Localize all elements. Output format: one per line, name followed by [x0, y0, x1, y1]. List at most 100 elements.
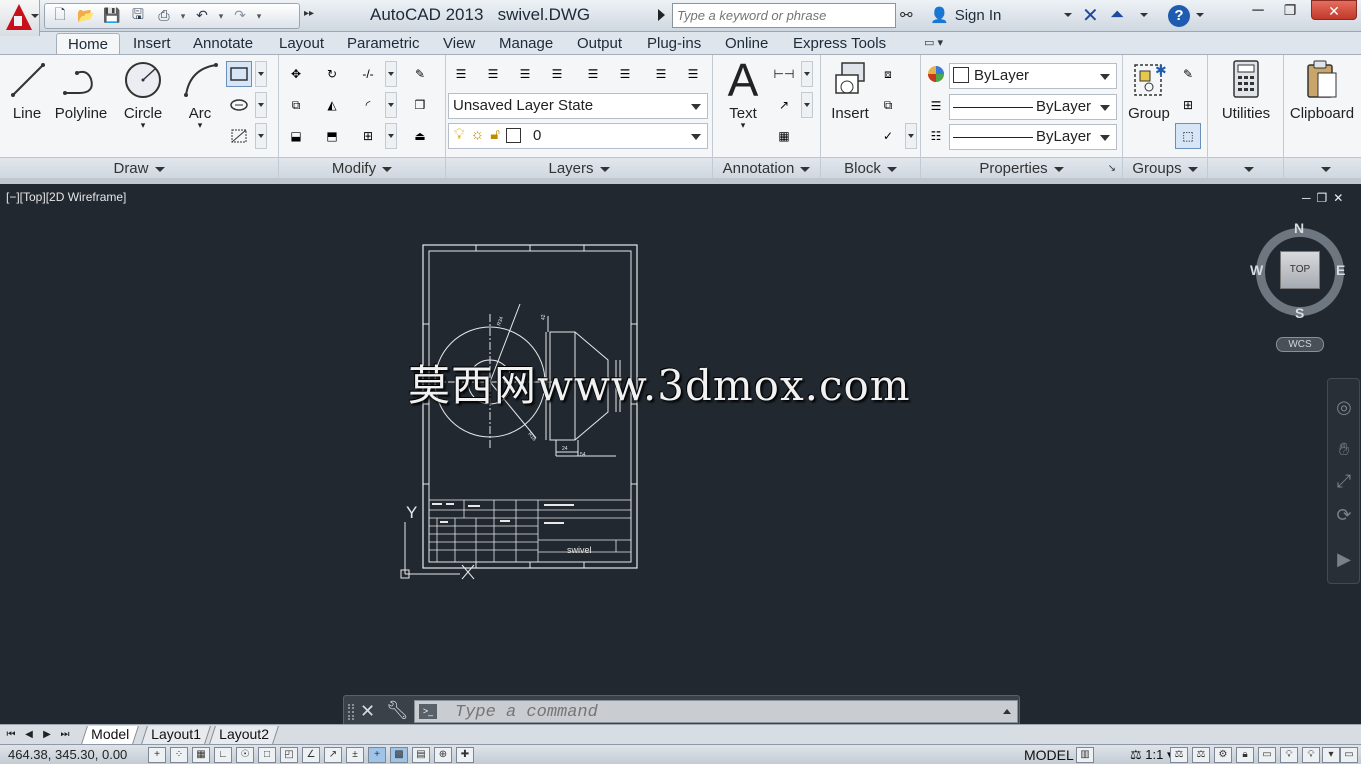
- tab-layout1[interactable]: Layout1: [141, 726, 211, 744]
- layer-match-icon[interactable]: ☰: [512, 61, 538, 87]
- clean-screen-icon[interactable]: ▭: [1340, 747, 1358, 763]
- chevron-down-icon[interactable]: [1064, 13, 1072, 17]
- layer-state-select[interactable]: Unsaved Layer State: [448, 93, 708, 119]
- dimension-dropdown[interactable]: [801, 61, 813, 87]
- polyline-button[interactable]: Polyline: [52, 59, 110, 122]
- grid-display-icon[interactable]: ▦: [192, 747, 210, 763]
- command-prompt-icon[interactable]: >_: [419, 704, 437, 719]
- tab-insert[interactable]: Insert: [133, 35, 171, 52]
- modify-panel-label[interactable]: Modify: [279, 157, 445, 179]
- application-menu-button[interactable]: [0, 0, 40, 36]
- lineweight-toggle-icon[interactable]: +: [368, 747, 386, 763]
- quick-view-layouts-icon[interactable]: ▥: [1076, 747, 1094, 763]
- allow-ucs-icon[interactable]: ↗: [324, 747, 342, 763]
- chevron-down-icon[interactable]: ▾: [176, 121, 224, 130]
- dialog-launcher-icon[interactable]: ↘: [1108, 158, 1116, 179]
- explode-icon[interactable]: ❒: [407, 92, 433, 118]
- chevron-down-icon[interactable]: ▾: [217, 11, 225, 22]
- draw-panel-label[interactable]: Draw: [0, 157, 278, 179]
- hatch-dropdown[interactable]: [255, 92, 267, 118]
- tab-express-tools[interactable]: Express Tools: [793, 35, 886, 52]
- trim-icon[interactable]: -/-: [355, 61, 381, 87]
- save-icon[interactable]: 💾: [101, 6, 123, 26]
- compass-west[interactable]: W: [1250, 262, 1263, 278]
- layer-make-current-icon[interactable]: ☰: [480, 61, 506, 87]
- first-layout-icon[interactable]: ⏮: [4, 727, 18, 743]
- sign-in-button[interactable]: 👤 Sign In: [930, 6, 1001, 25]
- chevron-down-icon[interactable]: [1196, 13, 1204, 17]
- viewport-restore-icon[interactable]: ❐: [1317, 191, 1328, 205]
- attributes-dropdown[interactable]: [905, 123, 917, 149]
- chevron-down-icon[interactable]: ▾: [1322, 747, 1340, 763]
- layer-isolate-icon[interactable]: ☰: [580, 61, 606, 87]
- pan-icon[interactable]: ✋︎: [1332, 439, 1356, 463]
- search-expand-icon[interactable]: [658, 9, 665, 21]
- layer-previous-icon[interactable]: ☰: [544, 61, 570, 87]
- model-space-toggle[interactable]: MODEL: [1024, 747, 1074, 763]
- dynamic-input-icon[interactable]: ±: [346, 747, 364, 763]
- clipboard-button[interactable]: Clipboard: [1286, 59, 1358, 122]
- compass-north[interactable]: N: [1294, 220, 1304, 236]
- object-snap-icon[interactable]: □: [258, 747, 276, 763]
- fillet-icon[interactable]: ◜: [355, 92, 381, 118]
- layer-freeze-icon[interactable]: ☰: [648, 61, 674, 87]
- wcs-menu-button[interactable]: WCS: [1276, 337, 1324, 352]
- hatch-icon[interactable]: [226, 92, 252, 118]
- tab-output[interactable]: Output: [577, 35, 622, 52]
- arc-button[interactable]: Arc ▾: [176, 59, 224, 130]
- match-properties-icon[interactable]: [923, 61, 949, 87]
- gradient-icon[interactable]: [226, 123, 252, 149]
- auto-scale-icon[interactable]: ⚖: [1192, 747, 1210, 763]
- viewport-minimize-icon[interactable]: ─: [1302, 191, 1311, 205]
- tab-parametric[interactable]: Parametric: [347, 35, 420, 52]
- lightbulb-icon[interactable]: 💡︎: [1302, 747, 1320, 763]
- tab-plug-ins[interactable]: Plug-ins: [647, 35, 701, 52]
- tab-layout2[interactable]: Layout2: [209, 726, 279, 744]
- clipboard-panel-label[interactable]: [1284, 157, 1361, 179]
- ungroup-icon[interactable]: ✎: [1175, 61, 1201, 87]
- edit-block-icon[interactable]: ⧉: [875, 92, 901, 118]
- chevron-down-icon[interactable]: ▾: [179, 11, 187, 22]
- exchange-icon[interactable]: ✕: [1082, 3, 1099, 28]
- polar-tracking-icon[interactable]: ☉: [236, 747, 254, 763]
- offset-icon[interactable]: ⏏: [407, 123, 433, 149]
- group-button[interactable]: ✱ Group: [1125, 59, 1173, 122]
- transparency-icon[interactable]: ▩: [390, 747, 408, 763]
- layer-properties-icon[interactable]: ☰: [448, 61, 474, 87]
- tab-annotate[interactable]: Annotate: [193, 35, 253, 52]
- selection-cycling-icon[interactable]: ⊕: [434, 747, 452, 763]
- array-icon[interactable]: ⊞: [355, 123, 381, 149]
- new-file-icon[interactable]: 🗋: [49, 6, 71, 26]
- trim-dropdown[interactable]: [385, 61, 397, 87]
- viewport-controls-label[interactable]: [−][Top][2D Wireframe]: [6, 190, 126, 204]
- linetype-icon[interactable]: ☷: [923, 123, 949, 149]
- chevron-down-icon[interactable]: [1140, 13, 1148, 17]
- maximize-button[interactable]: ❐: [1276, 2, 1304, 22]
- rotate-icon[interactable]: ↻: [319, 61, 345, 87]
- search-input[interactable]: [672, 3, 896, 28]
- 3d-object-snap-icon[interactable]: ◰: [280, 747, 298, 763]
- layers-panel-label[interactable]: Layers: [446, 157, 712, 179]
- object-snap-tracking-icon[interactable]: ∠: [302, 747, 320, 763]
- tab-manage[interactable]: Manage: [499, 35, 553, 52]
- save-as-icon[interactable]: 🖫: [127, 6, 149, 26]
- unlock-icon[interactable]: 🔓︎: [490, 126, 500, 143]
- viewcube-top-face[interactable]: TOP: [1280, 251, 1320, 289]
- viewport-close-icon[interactable]: ✕: [1333, 191, 1343, 205]
- steering-wheel-icon[interactable]: ◎: [1332, 397, 1356, 421]
- compass-south[interactable]: S: [1295, 305, 1304, 321]
- tab-layout[interactable]: Layout: [279, 35, 324, 52]
- next-layout-icon[interactable]: ▶: [40, 727, 54, 743]
- help-button[interactable]: ?: [1168, 5, 1190, 27]
- last-layout-icon[interactable]: ⏭: [58, 727, 72, 743]
- annotation-scale[interactable]: ⚖ 1:1 ▾: [1130, 747, 1174, 763]
- sun-icon[interactable]: ☼: [471, 126, 485, 143]
- scale-icon[interactable]: ⬒: [319, 123, 345, 149]
- layer-unisolate-icon[interactable]: ☰: [612, 61, 638, 87]
- leader-dropdown[interactable]: [801, 92, 813, 118]
- redo-icon[interactable]: ↷: [229, 6, 251, 26]
- insert-button[interactable]: Insert: [825, 59, 875, 122]
- block-panel-label[interactable]: Block: [821, 157, 920, 179]
- layer-off-icon[interactable]: ☰: [680, 61, 706, 87]
- tab-model[interactable]: Model: [81, 726, 140, 744]
